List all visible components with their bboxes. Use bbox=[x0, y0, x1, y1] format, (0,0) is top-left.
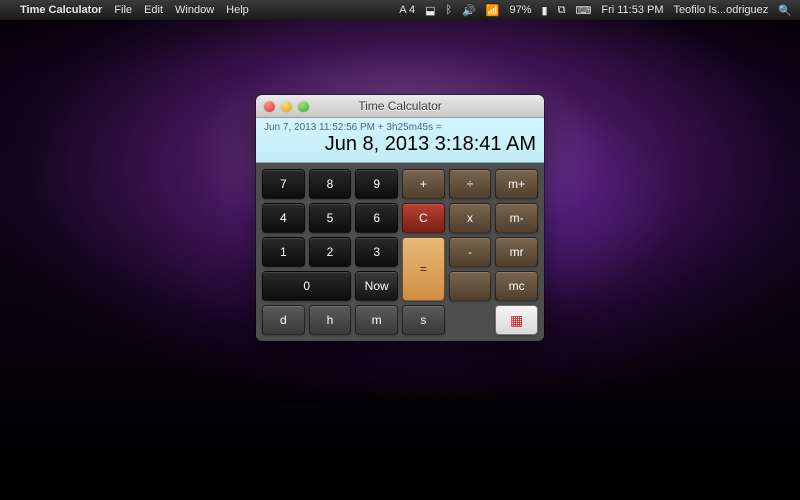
menubar: Time Calculator File Edit Window Help A … bbox=[0, 0, 800, 20]
key-5[interactable]: 5 bbox=[309, 203, 352, 233]
menubar-user[interactable]: Teofilo Is...odriguez bbox=[674, 4, 769, 16]
key-memory-recall[interactable]: mr bbox=[495, 237, 538, 267]
key-memory-plus[interactable]: m+ bbox=[495, 169, 538, 199]
time-calculator-window: Time Calculator Jun 7, 2013 11:52:56 PM … bbox=[256, 95, 544, 341]
input-source-icon[interactable]: ⌨ bbox=[575, 4, 591, 17]
keypad: 7 8 9 + ÷ m+ 4 5 6 C x m- 1 2 3 = - mr 0… bbox=[256, 163, 544, 341]
key-4[interactable]: 4 bbox=[262, 203, 305, 233]
wifi-icon[interactable]: 📶 bbox=[486, 4, 500, 17]
app-menu[interactable]: Time Calculator bbox=[20, 4, 102, 16]
key-equals[interactable]: = bbox=[402, 237, 445, 301]
key-divide[interactable]: ÷ bbox=[449, 169, 492, 199]
menu-file[interactable]: File bbox=[114, 4, 132, 16]
key-7[interactable]: 7 bbox=[262, 169, 305, 199]
desktop: Time Calculator File Edit Window Help A … bbox=[0, 0, 800, 500]
display-expression: Jun 7, 2013 11:52:56 PM + 3h25m45s = bbox=[264, 122, 536, 133]
menu-edit[interactable]: Edit bbox=[144, 4, 163, 16]
menu-help[interactable]: Help bbox=[226, 4, 249, 16]
key-6[interactable]: 6 bbox=[355, 203, 398, 233]
adobe-updater-icon[interactable]: A 4 bbox=[399, 4, 415, 16]
key-blank-op[interactable] bbox=[449, 271, 492, 301]
key-clear[interactable]: C bbox=[402, 203, 445, 233]
key-memory-clear[interactable]: mc bbox=[495, 271, 538, 301]
key-8[interactable]: 8 bbox=[309, 169, 352, 199]
key-multiply[interactable]: x bbox=[449, 203, 492, 233]
battery-icon[interactable]: ▮ bbox=[542, 4, 548, 17]
calendar-icon: ▦ bbox=[510, 313, 523, 327]
displays-icon[interactable]: ⧉ bbox=[558, 4, 566, 17]
key-0[interactable]: 0 bbox=[262, 271, 351, 301]
window-title: Time Calculator bbox=[256, 99, 544, 113]
key-calendar[interactable]: ▦ bbox=[495, 305, 538, 335]
key-memory-minus[interactable]: m- bbox=[495, 203, 538, 233]
window-titlebar[interactable]: Time Calculator bbox=[256, 95, 544, 118]
key-plus[interactable]: + bbox=[402, 169, 445, 199]
key-2[interactable]: 2 bbox=[309, 237, 352, 267]
key-3[interactable]: 3 bbox=[355, 237, 398, 267]
key-hours[interactable]: h bbox=[309, 305, 352, 335]
key-seconds[interactable]: s bbox=[402, 305, 445, 335]
key-minutes[interactable]: m bbox=[355, 305, 398, 335]
key-minus[interactable]: - bbox=[449, 237, 492, 267]
battery-percentage[interactable]: 97% bbox=[510, 4, 532, 16]
display-result: Jun 8, 2013 3:18:41 AM bbox=[264, 133, 536, 156]
dropbox-icon[interactable]: ⬓ bbox=[425, 4, 435, 17]
key-days[interactable]: d bbox=[262, 305, 305, 335]
key-1[interactable]: 1 bbox=[262, 237, 305, 267]
calculator-display: Jun 7, 2013 11:52:56 PM + 3h25m45s = Jun… bbox=[256, 118, 544, 163]
menu-window[interactable]: Window bbox=[175, 4, 214, 16]
key-now[interactable]: Now bbox=[355, 271, 398, 301]
key-9[interactable]: 9 bbox=[355, 169, 398, 199]
menubar-clock[interactable]: Fri 11:53 PM bbox=[601, 4, 663, 16]
spotlight-icon[interactable]: 🔍 bbox=[778, 4, 792, 17]
volume-icon[interactable]: 🔊 bbox=[462, 4, 476, 17]
bluetooth-icon[interactable]: ᛒ bbox=[446, 4, 453, 16]
